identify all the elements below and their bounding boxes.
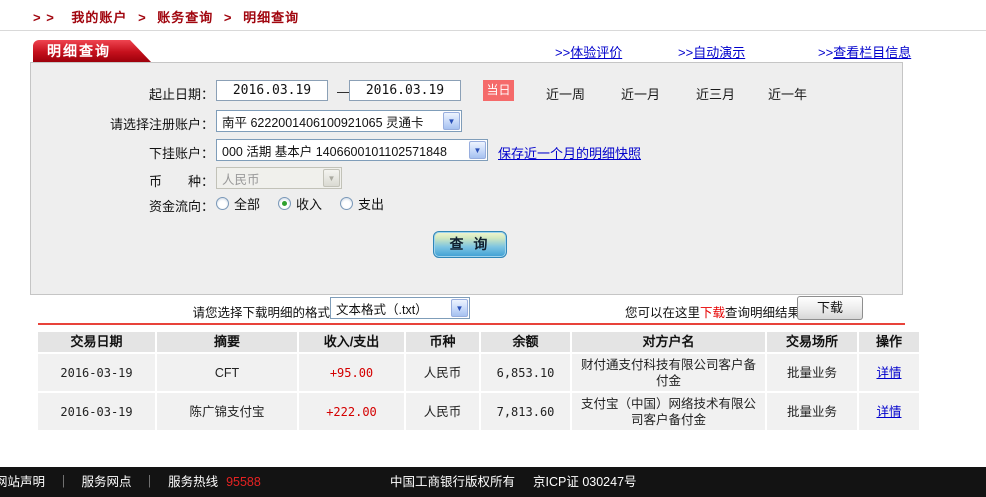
breadcrumb-prefix: > > xyxy=(33,10,55,25)
download-format-select[interactable]: 文本格式（.txt） ▼ xyxy=(330,297,470,319)
table-top-divider xyxy=(38,323,905,325)
download-button[interactable]: 下载 xyxy=(797,296,863,320)
col-header-currency: 币种 xyxy=(406,332,479,352)
cell-currency: 人民币 xyxy=(406,393,479,430)
download-hint-after: 查询明细结果 xyxy=(725,306,800,320)
cell-counterparty: 支付宝（中国）网络技术有限公司客户备付金 xyxy=(572,393,765,430)
icp-number: 京ICP证 030247号 xyxy=(533,467,637,497)
cell-venue: 批量业务 xyxy=(767,354,857,391)
col-header-summary: 摘要 xyxy=(157,332,297,352)
col-header-counterparty: 对方户名 xyxy=(572,332,765,352)
radio-expense[interactable] xyxy=(340,197,353,210)
cell-action: 详情 xyxy=(859,393,919,430)
service-outlets-link[interactable]: 服务网点 xyxy=(82,467,132,497)
currency-value: 人民币 xyxy=(217,169,322,188)
link-prefix: >> xyxy=(555,45,570,60)
cell-date: 2016-03-19 xyxy=(38,354,155,391)
site-statement-link[interactable]: 网站声明 xyxy=(0,467,45,497)
breadcrumb-account-query[interactable]: 账务查询 xyxy=(157,10,213,25)
breadcrumb: > > 我的账户 > 账务查询 > 明细查询 xyxy=(33,7,299,26)
breadcrumb-my-account[interactable]: 我的账户 xyxy=(71,10,127,25)
range-today-button[interactable]: 当日 xyxy=(483,80,514,101)
download-hint-before: 您可以在这里 xyxy=(625,306,700,320)
link-prefix: >> xyxy=(818,45,833,60)
footer: 网站声明 ｜ 服务网点 ｜ 服务热线 95588 中国工商银行版权所有 京ICP… xyxy=(0,467,986,497)
col-header-date: 交易日期 xyxy=(38,332,155,352)
fund-flow-radio-group: 全部 收入 支出 xyxy=(216,194,402,213)
fund-flow-label: 资金流向： xyxy=(31,196,214,215)
date-range-label: 起止日期： xyxy=(31,84,214,103)
col-header-action: 操作 xyxy=(859,332,919,352)
chevron-down-icon[interactable]: ▼ xyxy=(451,299,468,317)
header-divider xyxy=(0,30,986,31)
download-format-label: 请您选择下载明细的格式 xyxy=(130,302,330,321)
chevron-down-icon[interactable]: ▼ xyxy=(443,112,460,130)
radio-income-label[interactable]: 收入 xyxy=(296,194,322,213)
breadcrumb-sep: > xyxy=(224,10,233,25)
cell-currency: 人民币 xyxy=(406,354,479,391)
range-quarter-link[interactable]: 近三月 xyxy=(696,84,735,103)
registered-account-value: 南平 6222001406100921065 灵通卡 xyxy=(217,112,442,131)
currency-label: 币 种： xyxy=(31,171,214,190)
footer-separator: ｜ xyxy=(57,467,70,497)
experience-review-link[interactable]: >>体验评价 xyxy=(555,42,622,61)
col-header-venue: 交易场所 xyxy=(767,332,857,352)
query-button[interactable]: 查 询 xyxy=(433,231,507,258)
query-form-panel: 起止日期： — 当日 近一周 近一月 近三月 近一年 请选择注册账户： 南平 6… xyxy=(30,62,903,295)
download-hint: 您可以在这里下载查询明细结果 xyxy=(625,302,800,321)
cell-summary: CFT xyxy=(157,354,297,391)
footer-copyright: 中国工商银行版权所有 京ICP证 030247号 xyxy=(390,467,637,497)
hotline-label: 服务热线 xyxy=(168,467,218,497)
currency-select: 人民币 ▼ xyxy=(216,167,342,189)
col-header-balance: 余额 xyxy=(481,332,570,352)
registered-account-select[interactable]: 南平 6222001406100921065 灵通卡 ▼ xyxy=(216,110,462,132)
column-info-link[interactable]: >>查看栏目信息 xyxy=(818,42,911,61)
chevron-down-icon: ▼ xyxy=(323,169,340,187)
sub-account-label: 下挂账户： xyxy=(31,143,214,162)
col-header-amount: 收入/支出 xyxy=(299,332,404,352)
range-year-link[interactable]: 近一年 xyxy=(768,84,807,103)
date-to-input[interactable] xyxy=(349,80,461,101)
cell-balance: 6,853.10 xyxy=(481,354,570,391)
sub-account-select[interactable]: 000 活期 基本户 1406600101102571848 ▼ xyxy=(216,139,488,161)
download-hint-link[interactable]: 下载 xyxy=(700,306,725,320)
cell-summary: 陈广锦支付宝 xyxy=(157,393,297,430)
footer-separator: ｜ xyxy=(144,467,157,497)
link-prefix: >> xyxy=(678,45,693,60)
save-snapshot-link[interactable]: 保存近一个月的明细快照 xyxy=(498,143,641,162)
sub-account-value: 000 活期 基本户 1406600101102571848 xyxy=(217,141,468,160)
detail-query-page: > > 我的账户 > 账务查询 > 明细查询 明细查询 >>体验评价 >>自动演… xyxy=(0,0,986,497)
detail-link[interactable]: 详情 xyxy=(876,365,901,381)
cell-venue: 批量业务 xyxy=(767,393,857,430)
cell-action: 详情 xyxy=(859,354,919,391)
radio-all[interactable] xyxy=(216,197,229,210)
range-month-link[interactable]: 近一月 xyxy=(621,84,660,103)
detail-link[interactable]: 详情 xyxy=(876,404,901,420)
chevron-down-icon[interactable]: ▼ xyxy=(469,141,486,159)
tab-title: 明细查询 xyxy=(47,43,111,59)
range-week-link[interactable]: 近一周 xyxy=(546,84,585,103)
download-format-value: 文本格式（.txt） xyxy=(331,299,450,318)
copyright-text: 中国工商银行版权所有 xyxy=(390,467,515,497)
transactions-table: 交易日期 摘要 收入/支出 币种 余额 对方户名 交易场所 操作 2016-03… xyxy=(38,332,905,430)
cell-balance: 7,813.60 xyxy=(481,393,570,430)
hotline-number: 95588 xyxy=(226,467,261,497)
radio-expense-label[interactable]: 支出 xyxy=(358,194,384,213)
cell-amount: +222.00 xyxy=(299,393,404,430)
radio-income[interactable] xyxy=(278,197,291,210)
radio-all-label[interactable]: 全部 xyxy=(234,194,260,213)
cell-amount: +95.00 xyxy=(299,354,404,391)
cell-counterparty: 财付通支付科技有限公司客户备付金 xyxy=(572,354,765,391)
footer-links: 网站声明 ｜ 服务网点 ｜ 服务热线 95588 xyxy=(0,467,261,497)
breadcrumb-sep: > xyxy=(138,10,147,25)
auto-demo-link[interactable]: >>自动演示 xyxy=(678,42,745,61)
date-from-input[interactable] xyxy=(216,80,328,101)
breadcrumb-detail-query[interactable]: 明细查询 xyxy=(243,10,299,25)
cell-date: 2016-03-19 xyxy=(38,393,155,430)
tab-detail-query[interactable]: 明细查询 xyxy=(33,40,151,62)
registered-account-label: 请选择注册账户： xyxy=(31,114,214,133)
